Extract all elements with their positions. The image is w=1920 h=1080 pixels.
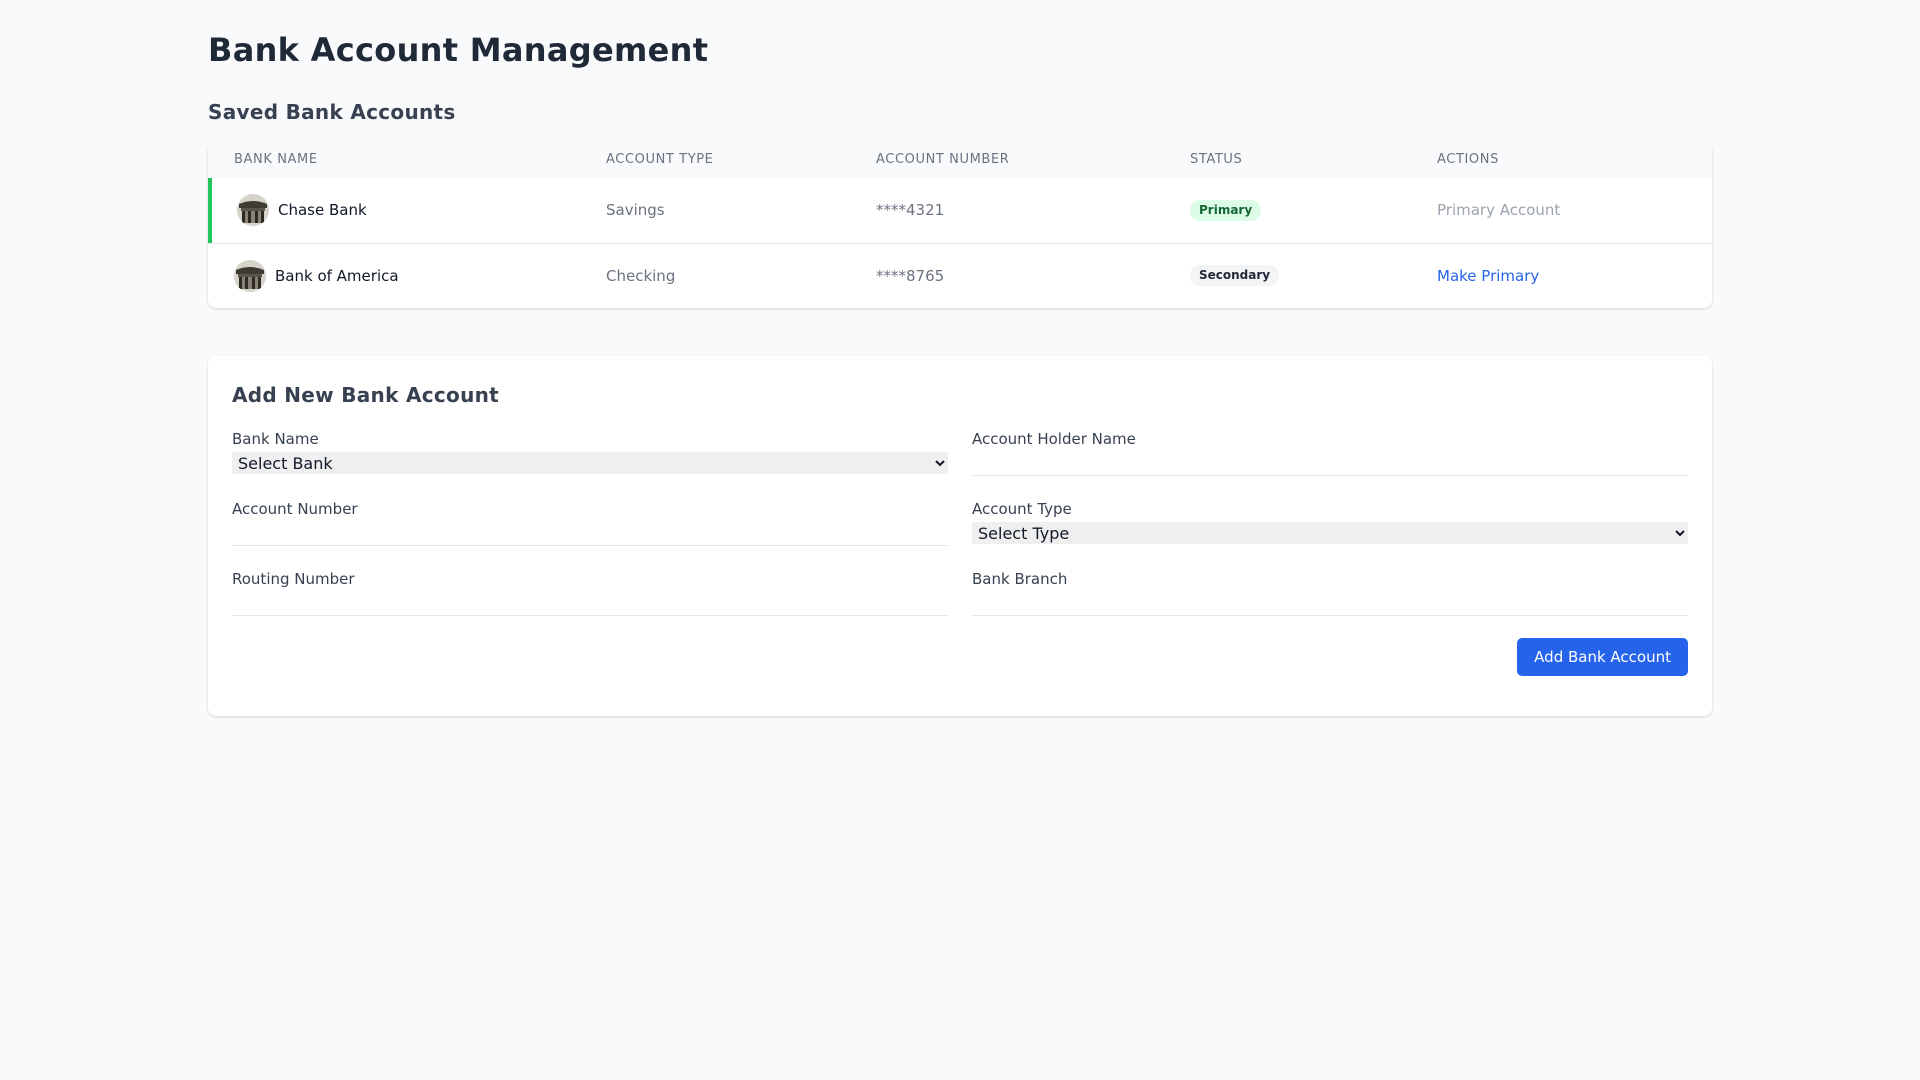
bank-branch-label: Bank Branch: [972, 570, 1068, 588]
add-account-form-title: Add New Bank Account: [232, 383, 500, 407]
account-type-field: Account Type Select Type: [972, 500, 1688, 546]
bank-name-cell: Bank of America: [208, 242, 580, 308]
saved-accounts-table: BANK NAME ACCOUNT TYPE ACCOUNT NUMBER ST…: [208, 141, 1712, 308]
account-number-input[interactable]: [232, 522, 948, 546]
account-number-cell: ****4321: [876, 201, 945, 220]
bank-name: Bank of America: [275, 266, 399, 285]
make-primary-link[interactable]: Make Primary: [1437, 267, 1539, 285]
account-number-label: Account Number: [232, 500, 358, 518]
status-badge: Primary: [1190, 199, 1262, 221]
primary-account-label: Primary Account: [1437, 201, 1561, 220]
bank-name-label: Bank Name: [232, 430, 319, 448]
bank-name-cell: Chase Bank: [208, 178, 580, 243]
column-header-actions: ACTIONS: [1437, 152, 1499, 167]
table-row: Chase Bank Savings ****4321 Primary Prim…: [208, 178, 1712, 243]
page-title: Bank Account Management: [208, 31, 709, 69]
bank-name-field: Bank Name Select Bank: [232, 430, 948, 476]
status-cell: Secondary: [1164, 242, 1411, 308]
add-account-form-card: Add New Bank Account Bank Name Select Ba…: [208, 356, 1712, 716]
table-header-row: BANK NAME ACCOUNT TYPE ACCOUNT NUMBER ST…: [208, 141, 1712, 178]
account-type-cell: Savings: [606, 201, 665, 220]
account-type-select[interactable]: Select Type: [972, 522, 1688, 544]
column-header-account-number: ACCOUNT NUMBER: [876, 152, 1010, 167]
account-type-cell: Checking: [580, 242, 850, 308]
account-holder-name-label: Account Holder Name: [972, 430, 1136, 448]
page-container: Bank Account Management Saved Bank Accou…: [208, 0, 1712, 716]
form-actions: Add Bank Account: [232, 638, 1688, 676]
column-header-status: STATUS: [1190, 152, 1243, 167]
account-holder-name-input[interactable]: [972, 452, 1688, 476]
routing-number-input[interactable]: [232, 592, 948, 616]
add-account-form: Bank Name Select Bank Account Holder Nam…: [232, 430, 1688, 616]
bank-name-select[interactable]: Select Bank: [232, 452, 948, 474]
bank-building-icon: [234, 259, 266, 292]
account-type-label: Account Type: [972, 500, 1072, 518]
account-number-cell: ****8765: [850, 242, 1164, 308]
bank-branch-field: Bank Branch: [972, 570, 1688, 616]
saved-accounts-title: Saved Bank Accounts: [208, 100, 456, 124]
column-header-bank-name: BANK NAME: [234, 152, 318, 167]
table-row: Bank of America Checking ****8765 Second…: [208, 242, 1712, 308]
status-cell: Primary: [1164, 178, 1411, 243]
add-bank-account-button[interactable]: Add Bank Account: [1517, 638, 1688, 676]
routing-number-field: Routing Number: [232, 570, 948, 616]
actions-cell: Primary Account: [1411, 178, 1712, 243]
column-header-account-type: ACCOUNT TYPE: [606, 152, 714, 167]
status-badge: Secondary: [1190, 265, 1280, 287]
account-holder-name-field: Account Holder Name: [972, 430, 1688, 476]
account-number-field: Account Number: [232, 500, 948, 546]
routing-number-label: Routing Number: [232, 570, 355, 588]
actions-cell: Make Primary: [1411, 242, 1712, 308]
bank-branch-input[interactable]: [972, 592, 1688, 616]
bank-name: Chase Bank: [278, 201, 367, 220]
saved-accounts-table-card: BANK NAME ACCOUNT TYPE ACCOUNT NUMBER ST…: [208, 141, 1712, 308]
bank-building-icon: [237, 194, 269, 227]
